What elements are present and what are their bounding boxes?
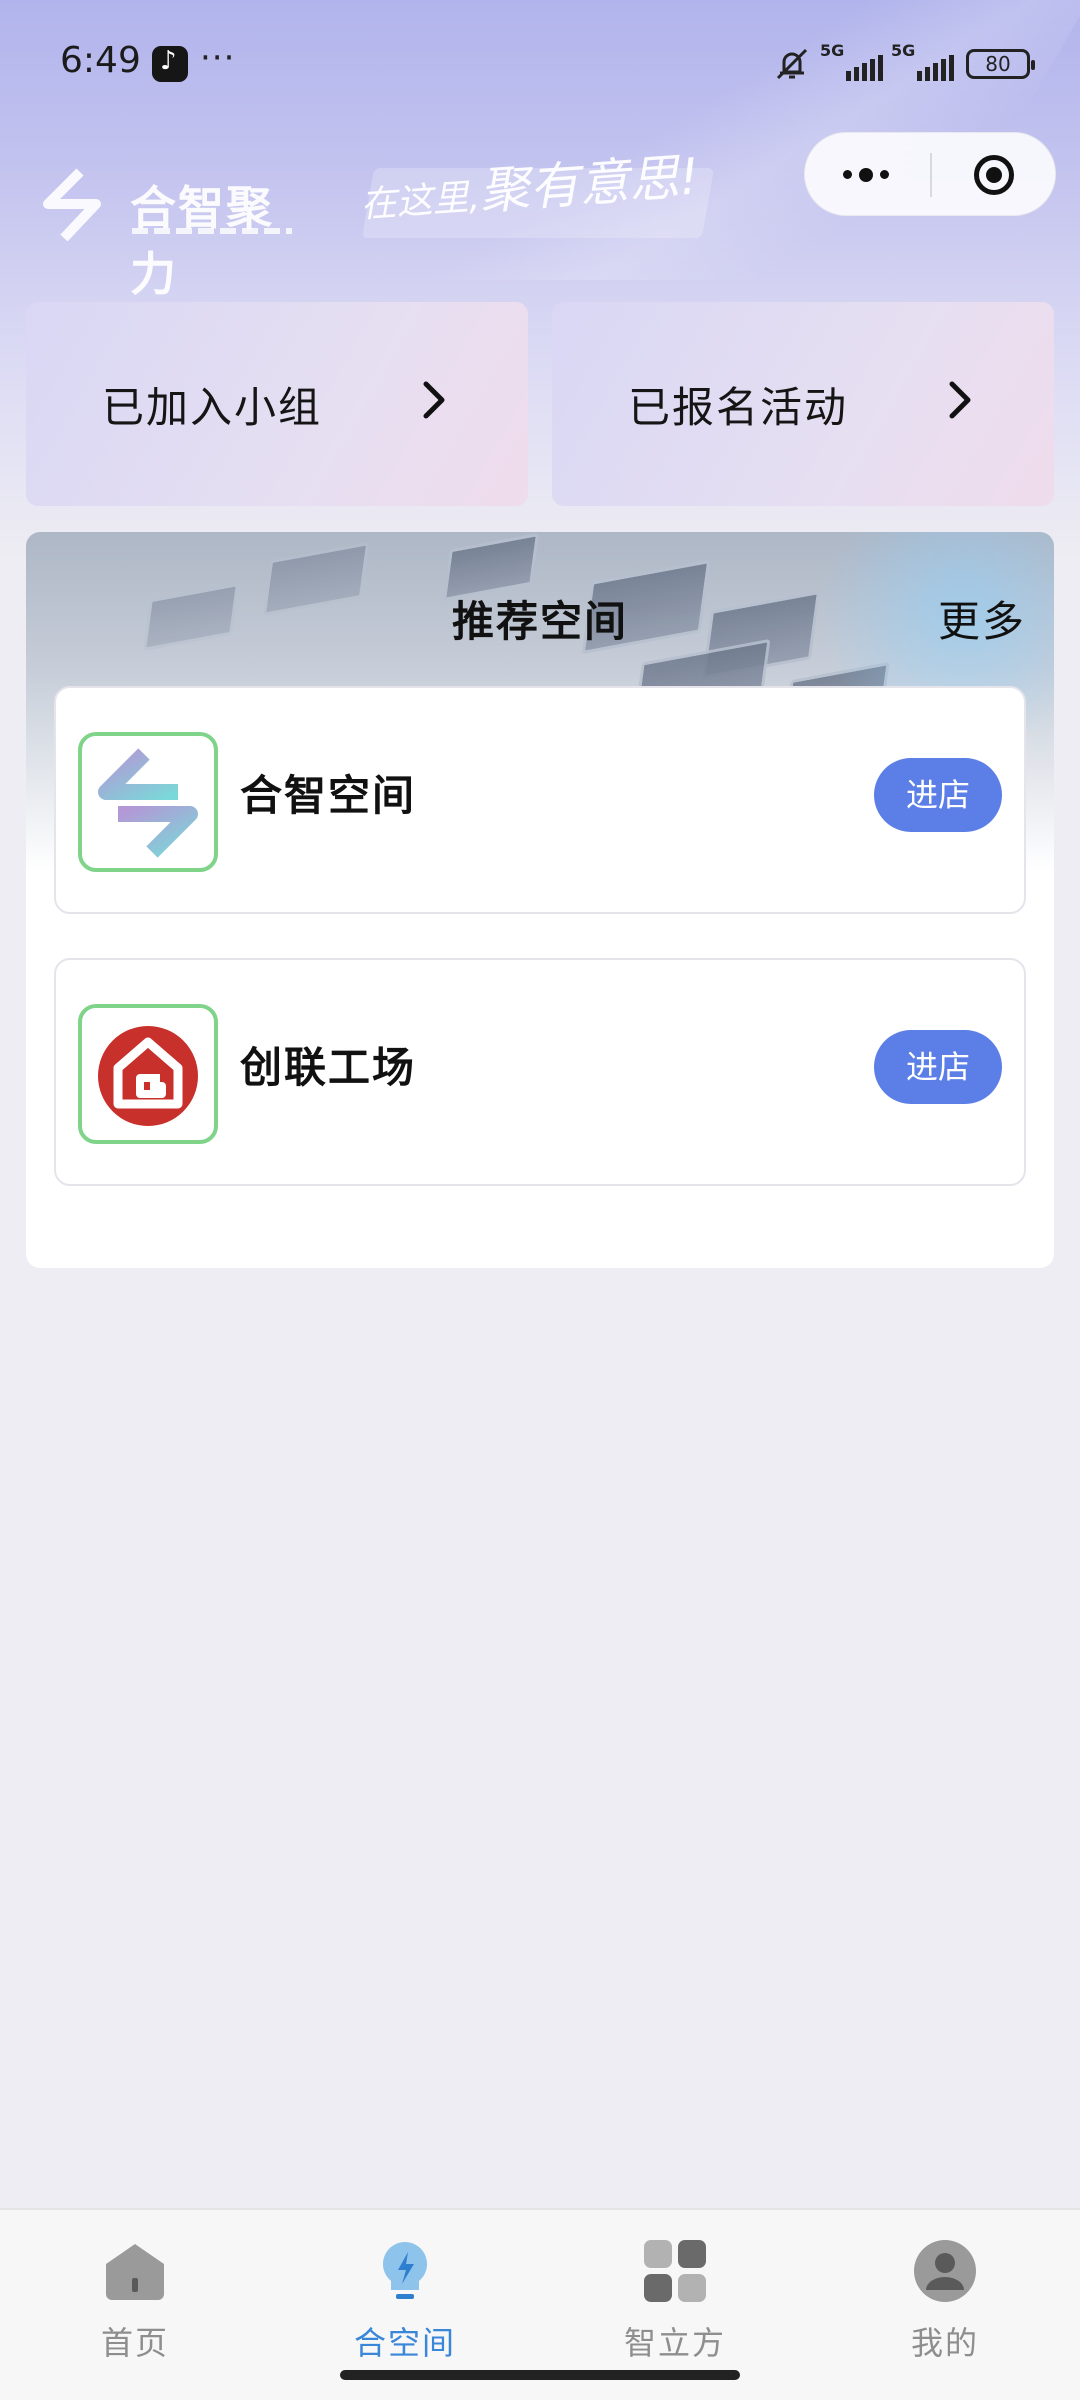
- tab-label: 首页: [100, 2324, 169, 2362]
- bulb-icon: [382, 2242, 428, 2299]
- brand-underline: [132, 228, 292, 234]
- registered-events-label: 已报名活动: [628, 383, 849, 432]
- battery-icon: 80: [966, 49, 1035, 79]
- bell-off-icon: [776, 48, 808, 80]
- more-notifications-icon: ···: [200, 38, 236, 78]
- close-miniprogram-button[interactable]: [931, 133, 1057, 217]
- enter-shop-button[interactable]: 进店: [874, 758, 1002, 832]
- recommended-title: 推荐空间: [451, 597, 628, 646]
- chuanglian-logo-icon: [98, 1026, 198, 1126]
- status-time: 6:49: [60, 40, 141, 81]
- space-name: 创联工场: [240, 1043, 417, 1092]
- tab-mine[interactable]: 我的: [855, 2230, 1035, 2362]
- tab-home[interactable]: 首页: [45, 2230, 225, 2362]
- tab-label: 合空间: [353, 2324, 456, 2362]
- chevron-right-icon: [949, 381, 971, 419]
- miniprogram-capsule: [804, 132, 1056, 216]
- enter-shop-button[interactable]: 进店: [874, 1030, 1002, 1104]
- joined-groups-label: 已加入小组: [102, 383, 323, 432]
- hezhi-logo: [78, 732, 218, 872]
- more-link[interactable]: 更多: [938, 588, 1026, 649]
- signal-5g-icon: 5G: [820, 41, 883, 81]
- tab-space[interactable]: 合空间: [315, 2230, 495, 2362]
- chuanglian-logo: [78, 1004, 218, 1144]
- home-icon: [106, 2244, 164, 2300]
- brand-logo: 合智聚力: [40, 168, 300, 301]
- registered-events-card[interactable]: 已报名活动: [552, 302, 1054, 506]
- tab-cube[interactable]: 智立方: [585, 2230, 765, 2362]
- space-card-hezhi[interactable]: 合智空间 进店: [54, 686, 1026, 914]
- more-options-button[interactable]: [805, 133, 930, 217]
- joined-groups-card[interactable]: 已加入小组: [26, 302, 528, 506]
- profile-icon: [914, 2240, 976, 2302]
- space-name: 合智空间: [240, 771, 417, 820]
- chevron-right-icon: [423, 381, 445, 419]
- tab-label: 我的: [910, 2324, 979, 2362]
- brand-mark-icon: [43, 168, 101, 242]
- status-bar: 6:49 ··· 5G 5G 80: [0, 0, 1080, 130]
- space-card-chuanglian[interactable]: 创联工场 进店: [54, 958, 1026, 1186]
- signal-5g-icon-2: 5G: [891, 41, 954, 81]
- slogan-main: 聚有意思!: [477, 147, 701, 221]
- hezhi-logo-icon: [98, 748, 198, 858]
- grid-icon: [644, 2240, 706, 2302]
- tab-label: 智立方: [623, 2324, 726, 2362]
- tiktok-notification-icon: [152, 46, 188, 82]
- brand-name: 合智聚力: [130, 181, 274, 301]
- slogan-prefix: 在这里,: [359, 176, 482, 226]
- home-indicator[interactable]: [340, 2370, 740, 2380]
